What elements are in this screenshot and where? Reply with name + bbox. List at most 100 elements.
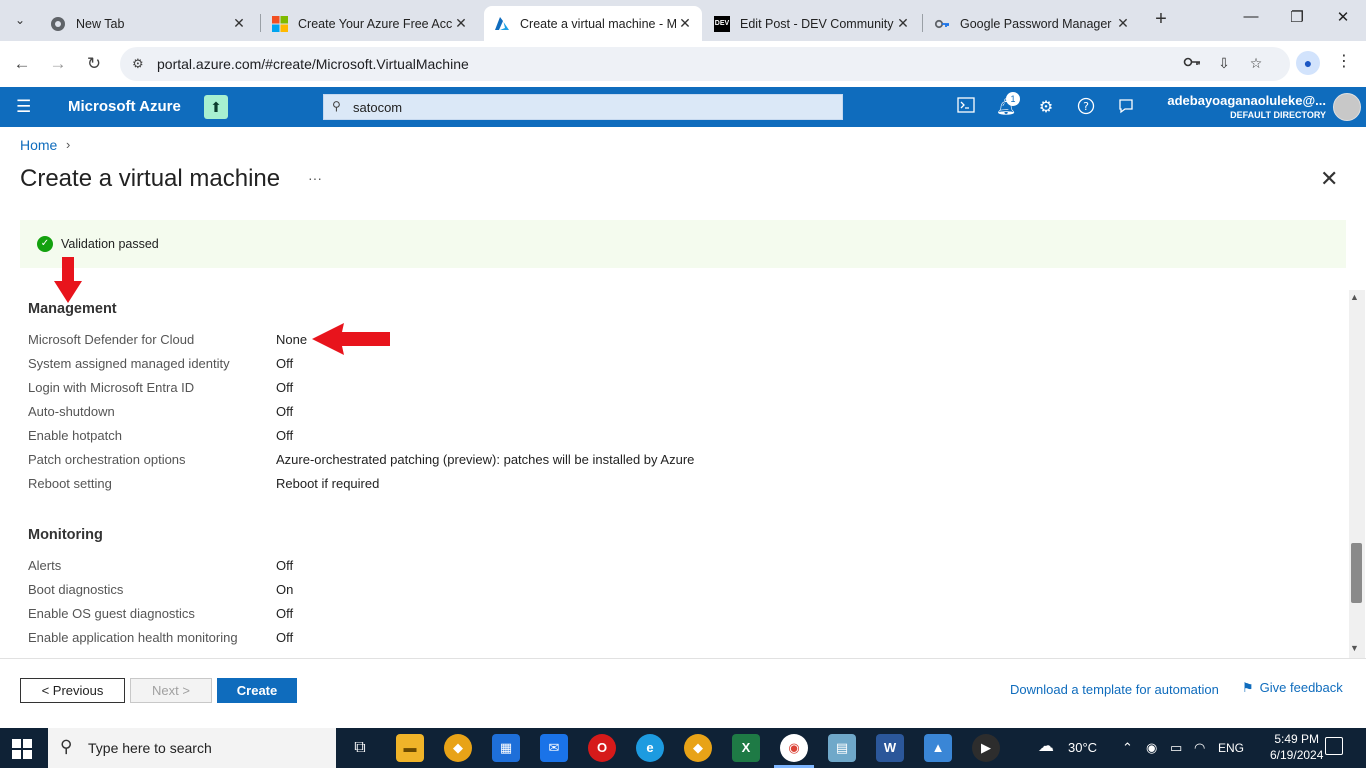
help-icon[interactable]: ? — [1075, 97, 1097, 119]
profile-avatar-icon[interactable]: ● — [1296, 51, 1320, 75]
chrome-icon[interactable]: ◉ — [780, 734, 808, 762]
scroll-up-arrow-icon[interactable]: ▲ — [1350, 292, 1359, 302]
browser-menu-icon[interactable]: ⋮ — [1334, 51, 1354, 75]
wifi-icon[interactable]: ◠ — [1194, 740, 1205, 756]
settings-gear-icon[interactable]: ⚙ — [1035, 97, 1057, 119]
forward-arrow-icon[interactable]: → — [46, 52, 70, 76]
tab-password-manager[interactable]: Google Password Manager ✕ — [924, 6, 1140, 41]
account-menu[interactable]: adebayoaganaoluleke@... DEFAULT DIRECTOR… — [1167, 93, 1326, 120]
brave-icon[interactable]: ◆ — [444, 734, 472, 762]
close-window-icon[interactable]: ✕ — [1328, 8, 1358, 32]
windows-taskbar: ⚲ Type here to search ⧉ ▬ ◆ ▦ ✉ O e ◆ X … — [0, 728, 1366, 768]
taskbar-search-placeholder: Type here to search — [88, 740, 212, 756]
show-hidden-icons-icon[interactable]: ⌃ — [1122, 740, 1133, 756]
security-icon[interactable]: ◉ — [1146, 740, 1157, 756]
tab-title: Create Your Azure Free Acco — [298, 16, 452, 31]
summary-label: Boot diagnostics — [28, 582, 124, 597]
microsoft-icon — [272, 15, 288, 32]
summary-label: Patch orchestration options — [28, 452, 186, 467]
summary-value: Off — [276, 356, 294, 371]
battery-icon[interactable]: ▭ — [1170, 740, 1182, 756]
close-blade-icon[interactable]: ✕ — [1320, 166, 1338, 192]
chrome-icon — [50, 16, 66, 32]
restore-window-icon[interactable]: ❐ — [1282, 8, 1312, 32]
system-clock[interactable]: 5:49 PM 6/19/2024 — [1270, 731, 1323, 763]
windows-start-icon[interactable] — [12, 739, 32, 759]
browser-toolbar: ← → ↻ ⚙ portal.azure.com/#create/Microso… — [0, 41, 1366, 87]
brave-icon[interactable]: ◆ — [684, 734, 712, 762]
azure-brand[interactable]: Microsoft Azure — [68, 98, 181, 115]
close-tab-icon[interactable]: ✕ — [1114, 15, 1132, 32]
search-icon: ⚲ — [60, 737, 73, 756]
give-feedback-link[interactable]: ⚑ Give feedback — [1242, 680, 1343, 696]
scrollbar-thumb[interactable] — [1351, 543, 1362, 603]
breadcrumb-home[interactable]: Home — [20, 137, 57, 153]
tab-divider — [260, 14, 261, 32]
edge-icon[interactable]: e — [636, 734, 664, 762]
word-icon[interactable]: W — [876, 734, 904, 762]
footer-divider — [0, 658, 1366, 659]
close-tab-icon[interactable]: ✕ — [230, 15, 248, 32]
site-info-icon[interactable]: ⚙ — [132, 56, 144, 72]
search-icon: ⚲ — [332, 99, 341, 113]
feedback-person-icon: ⚑ — [1242, 680, 1254, 695]
previous-button[interactable]: < Previous — [20, 678, 125, 703]
summary-label: Enable hotpatch — [28, 428, 122, 443]
tab-divider — [922, 14, 923, 32]
close-tab-icon[interactable]: ✕ — [676, 15, 694, 32]
task-view-icon[interactable]: ⧉ — [346, 734, 374, 762]
address-bar[interactable]: ⚙ portal.azure.com/#create/Microsoft.Vir… — [120, 47, 1290, 81]
download-template-link[interactable]: Download a template for automation — [1010, 682, 1219, 697]
upgrade-icon[interactable]: ⬆ — [204, 95, 228, 119]
action-center-icon[interactable] — [1325, 737, 1343, 755]
success-check-icon: ✓ — [37, 236, 53, 252]
hamburger-menu-icon[interactable]: ☰ — [16, 97, 31, 117]
back-arrow-icon[interactable]: ← — [10, 52, 34, 76]
install-app-icon[interactable]: ⇩ — [1214, 55, 1234, 75]
reload-icon[interactable]: ↻ — [82, 52, 106, 76]
store-icon[interactable]: ▦ — [492, 734, 520, 762]
close-tab-icon[interactable]: ✕ — [894, 15, 912, 32]
minimize-window-icon[interactable]: — — [1236, 8, 1266, 32]
tab-search-chevron-icon[interactable]: ⌄ — [6, 6, 34, 34]
user-avatar[interactable] — [1333, 93, 1361, 121]
create-button[interactable]: Create — [217, 678, 297, 703]
tab-azure-free-account[interactable]: Create Your Azure Free Acco ✕ — [262, 6, 478, 41]
opera-icon[interactable]: O — [588, 734, 616, 762]
global-search-input[interactable]: ⚲ satocom — [323, 94, 843, 120]
tab-new-tab[interactable]: New Tab ✕ — [40, 6, 256, 41]
summary-label: Alerts — [28, 558, 62, 573]
bookmark-star-icon[interactable]: ☆ — [1246, 55, 1266, 75]
summary-value: Reboot if required — [276, 476, 380, 491]
tab-dev-community[interactable]: DEV Edit Post - DEV Community ✕ — [704, 6, 920, 41]
weather-icon[interactable]: ☁ — [1038, 736, 1054, 756]
summary-value: None — [276, 332, 308, 347]
file-explorer-icon[interactable]: ▬ — [396, 734, 424, 762]
taskbar-search-input[interactable]: ⚲ Type here to search — [48, 728, 336, 768]
summary-value: Off — [276, 404, 294, 419]
mail-icon[interactable]: ✉ — [540, 734, 568, 762]
more-options-icon[interactable]: ··· — [308, 170, 322, 186]
cloud-shell-icon[interactable] — [955, 97, 977, 119]
next-button[interactable]: Next > — [130, 678, 212, 703]
notepad-icon[interactable]: ▤ — [828, 734, 856, 762]
photos-icon[interactable]: ▲ — [924, 734, 952, 762]
validation-message: Validation passed — [61, 237, 159, 251]
close-tab-icon[interactable]: ✕ — [452, 15, 470, 32]
summary-value: On — [276, 582, 294, 597]
summary-label: System assigned managed identity — [28, 356, 230, 371]
tab-title: New Tab — [76, 16, 125, 31]
excel-icon[interactable]: X — [732, 734, 760, 762]
validation-banner: ✓ Validation passed — [20, 220, 1346, 268]
password-key-icon[interactable] — [1182, 55, 1202, 75]
tab-create-vm[interactable]: Create a virtual machine - M ✕ — [484, 6, 702, 41]
summary-value: Off — [276, 558, 294, 573]
feedback-icon[interactable] — [1115, 97, 1137, 119]
temperature[interactable]: 30°C — [1068, 740, 1097, 755]
new-tab-button[interactable]: + — [1150, 8, 1172, 30]
url-text: portal.azure.com/#create/Microsoft.Virtu… — [157, 56, 469, 72]
clock-date: 6/19/2024 — [1270, 748, 1324, 762]
scroll-down-arrow-icon[interactable]: ▼ — [1350, 643, 1359, 653]
media-player-icon[interactable]: ▶ — [972, 734, 1000, 762]
language-indicator[interactable]: ENG — [1218, 741, 1244, 755]
